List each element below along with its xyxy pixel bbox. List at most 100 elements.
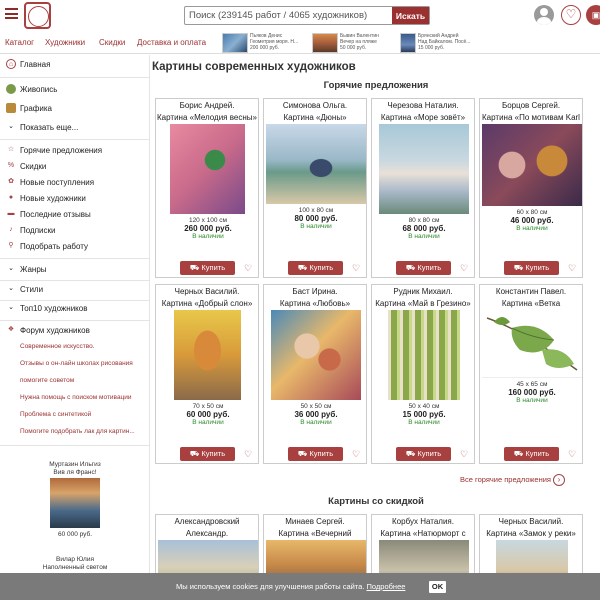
heart-icon[interactable]: ♡ (568, 263, 578, 273)
card-title[interactable]: Картина «По мотивам Karl (480, 113, 582, 122)
forum-topic-link[interactable]: Проблема с синтетикой (20, 411, 148, 418)
promo-item[interactable]: Пьяков Денис Геометрия моря. Н... 200 000 … (222, 33, 310, 53)
cookie-ok-button[interactable]: OK (429, 581, 446, 593)
sidebar-item-reviews[interactable]: ▬ Последние отзывы (0, 206, 150, 222)
artwork-card[interactable]: Симонова Ольга. Картина «Дюны» 100 x 80 … (263, 98, 367, 278)
forum-topic-link[interactable]: Нужна помощь с поиском мотивации (20, 394, 148, 401)
menu-icon[interactable] (5, 8, 18, 19)
card-title[interactable]: Александр. (156, 529, 258, 538)
heart-icon[interactable]: ♡ (460, 263, 470, 273)
card-artist[interactable]: Симонова Ольга. (264, 101, 366, 110)
favorites-heart-icon[interactable]: ♡ (561, 5, 581, 25)
sidebar-genres[interactable]: ⌄ Жанры (0, 261, 150, 277)
featured-artist[interactable]: Вилар Юлия (0, 556, 150, 563)
nav-delivery[interactable]: Доставка и оплата (137, 38, 206, 47)
forum-topic-link[interactable]: Помогите подобрать лак для картин... (20, 428, 148, 435)
search-button[interactable]: Искать (392, 7, 429, 24)
sidebar-item-painting[interactable]: Живопись (0, 81, 150, 97)
sidebar-item-new-artists[interactable]: ● Новые художники (0, 190, 150, 206)
artwork-card[interactable]: Баст Ирина. Картина «Любовь» 50 x 50 см … (263, 284, 367, 464)
featured-artist[interactable]: Муртазин Ильгиз (0, 461, 150, 468)
buy-button[interactable]: ⛟ Купить (180, 261, 235, 275)
card-artist[interactable]: Борис Андрей. (156, 101, 258, 110)
card-image[interactable] (174, 310, 241, 400)
buy-button[interactable]: ⛟ Купить (288, 261, 343, 275)
card-artist[interactable]: Черных Василий. (480, 517, 582, 526)
buy-button[interactable]: ⛟ Купить (180, 447, 235, 461)
card-image[interactable] (482, 124, 582, 206)
forum-topic-link[interactable]: Отзывы о он-лайн школах рисования (20, 360, 148, 367)
artwork-card[interactable]: Борис Андрей. Картина «Мелодия весны» 12… (155, 98, 259, 278)
buy-button[interactable]: ⛟ Купить (396, 261, 451, 275)
cookie-more-link[interactable]: Подробнее (367, 582, 406, 591)
sidebar-forum[interactable]: ❖ Форум художников (0, 322, 150, 338)
site-logo[interactable] (24, 2, 51, 29)
card-title[interactable]: Картина «Море зовёт» (372, 113, 474, 122)
sidebar-item-discounts[interactable]: % Скидки (0, 158, 150, 174)
card-artist[interactable]: Константин Павел. (480, 287, 582, 296)
card-title[interactable]: Картина «Добрый слон» (156, 299, 258, 308)
card-title[interactable]: Картина «Ветка (480, 299, 582, 308)
card-title[interactable]: Картина «Натюрморт с (372, 529, 474, 538)
sidebar-item-graphics[interactable]: Графика (0, 100, 150, 116)
sidebar-item-home[interactable]: ⌂ Главная (0, 56, 150, 72)
card-image[interactable] (379, 124, 469, 214)
card-image[interactable] (271, 310, 361, 400)
featured-title[interactable]: Вив ля Франс! (0, 469, 150, 476)
artwork-card[interactable]: Черезова Наталия. Картина «Море зовёт» 8… (371, 98, 475, 278)
artwork-card[interactable]: Константин Павел. Картина «Ветка 45 x 65… (479, 284, 583, 464)
sidebar-show-more[interactable]: ⌄ Показать еще... (0, 119, 150, 135)
card-image[interactable] (482, 310, 582, 378)
heart-icon[interactable]: ♡ (244, 449, 254, 459)
nav-discounts[interactable]: Скидки (99, 38, 125, 47)
sidebar-item-new-arrivals[interactable]: ✿ Новые поступления (0, 174, 150, 190)
heart-icon[interactable]: ♡ (460, 449, 470, 459)
card-artist[interactable]: Борцов Сергей. (480, 101, 582, 110)
card-artist[interactable]: Корбух Наталия. (372, 517, 474, 526)
forum-topic-link[interactable]: помогите советом (20, 377, 148, 384)
buy-button[interactable]: ⛟ Купить (396, 447, 451, 461)
cart-icon[interactable]: ▣ (586, 5, 600, 25)
buy-button[interactable]: ⛟ Купить (504, 447, 559, 461)
nav-artists[interactable]: Художники (45, 38, 85, 47)
sidebar-styles[interactable]: ⌄ Стили (0, 281, 150, 297)
forum-topic-link[interactable]: Современное искусство. (20, 343, 148, 350)
card-image[interactable] (170, 124, 245, 214)
artwork-card[interactable]: Черных Василий. Картина «Добрый слон» 70… (155, 284, 259, 464)
card-title[interactable]: Картина «Вечерний (264, 529, 366, 538)
artwork-card[interactable]: Рудник Михаил. Картина «Май в Грезино» 5… (371, 284, 475, 464)
search-input[interactable] (185, 7, 392, 24)
sidebar-item-pick[interactable]: ⚲ Подобрать работу (0, 238, 150, 254)
card-image[interactable] (266, 124, 366, 204)
card-title[interactable]: Картина «Мелодия весны» (156, 113, 258, 122)
card-artist[interactable]: Баст Ирина. (264, 287, 366, 296)
sidebar-item-hot[interactable]: ☆ Горячие предложения (0, 142, 150, 158)
card-title[interactable]: Картина «Май в Грезино» (372, 299, 474, 308)
heart-icon[interactable]: ♡ (244, 263, 254, 273)
featured-title[interactable]: Наполненный светом (0, 564, 150, 571)
card-artist[interactable]: Черных Василий. (156, 287, 258, 296)
card-title[interactable]: Картина «Дюны» (264, 113, 366, 122)
featured-price: 60 000 руб. (57, 531, 93, 538)
sidebar-top10[interactable]: ⌄ Топ10 художников (0, 300, 150, 316)
promo-item[interactable]: Бывин Валентин Вечер на пляже 50 000 руб. (312, 33, 400, 53)
card-artist[interactable]: Черезова Наталия. (372, 101, 474, 110)
card-artist[interactable]: Рудник Михаил. (372, 287, 474, 296)
card-title[interactable]: Картина «Замок у реки» (480, 529, 582, 538)
user-icon[interactable] (534, 5, 554, 25)
heart-icon[interactable]: ♡ (352, 449, 362, 459)
heart-icon[interactable]: ♡ (568, 449, 578, 459)
card-artist[interactable]: Минаев Сергей. (264, 517, 366, 526)
promo-item[interactable]: Брянский Андрей Над Байкалом. Посё... 15 0… (400, 33, 478, 53)
card-image[interactable] (388, 310, 460, 400)
featured-artwork-image[interactable] (50, 478, 100, 528)
buy-button[interactable]: ⛟ Купить (504, 261, 559, 275)
heart-icon[interactable]: ♡ (352, 263, 362, 273)
card-title[interactable]: Картина «Любовь» (264, 299, 366, 308)
buy-button[interactable]: ⛟ Купить (288, 447, 343, 461)
artwork-card[interactable]: Борцов Сергей. Картина «По мотивам Karl … (479, 98, 583, 278)
sidebar-item-subscriptions[interactable]: ♪ Подписки (0, 222, 150, 238)
card-artist[interactable]: Александровский (156, 517, 258, 526)
all-hot-offers-link[interactable]: Все горячие предложения › (460, 474, 565, 486)
nav-catalog[interactable]: Каталог (5, 38, 34, 47)
